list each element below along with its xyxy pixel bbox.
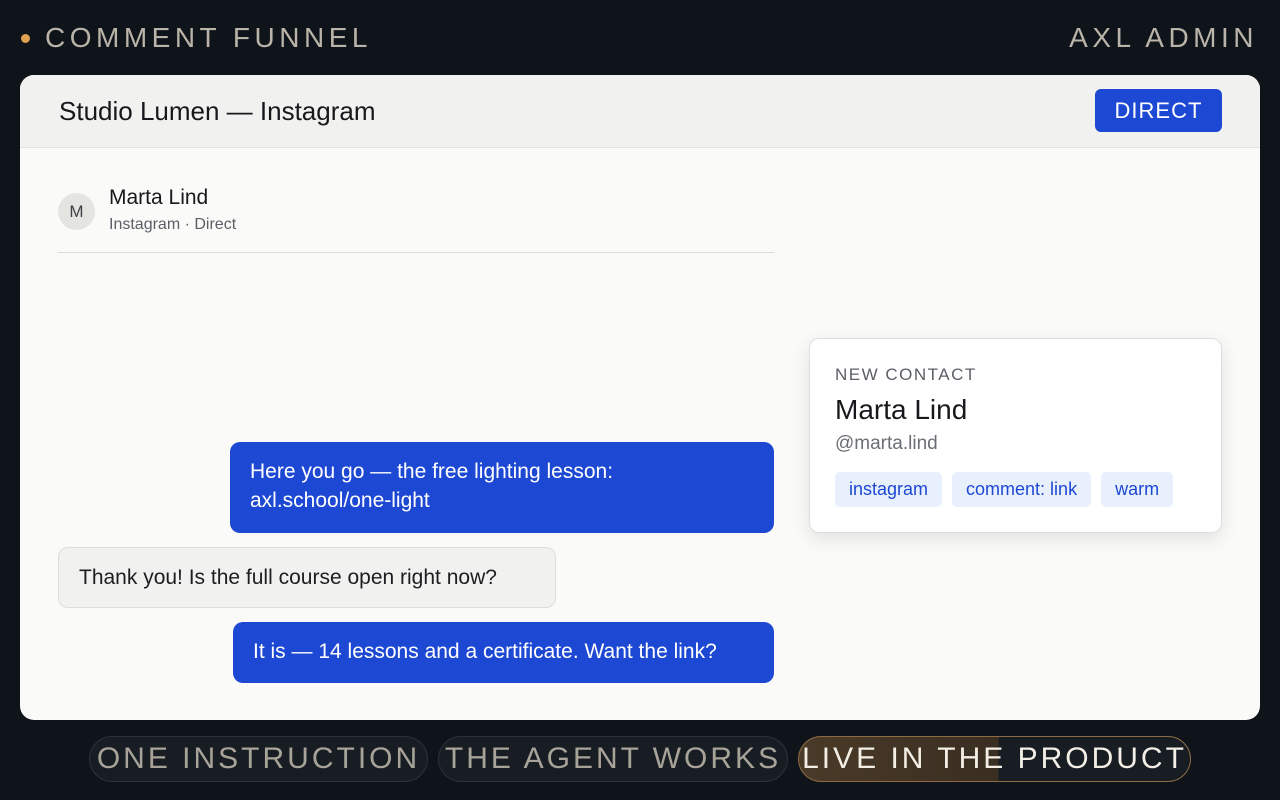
panel-title: Studio Lumen — Instagram xyxy=(59,96,376,126)
message-outgoing: It is — 14 lessons and a certificate. Wa… xyxy=(233,622,774,683)
panel-header: Studio Lumen — Instagram DIRECT xyxy=(20,75,1260,148)
contact-name: Marta Lind xyxy=(109,186,209,209)
new-contact-card: NEW CONTACT Marta Lind @marta.lind insta… xyxy=(809,338,1222,533)
top-bar: COMMENT FUNNEL AXL ADMIN xyxy=(0,0,1280,75)
tag-list: instagram comment: link warm xyxy=(835,472,1174,507)
contact-header: M Marta Lind Instagram · Direct xyxy=(58,185,774,253)
message-text: Thank you! Is the full course open right… xyxy=(79,566,497,589)
card-label: NEW CONTACT xyxy=(835,365,977,384)
message-link[interactable]: axl.school/one-light xyxy=(250,486,754,515)
card-handle: @marta.lind xyxy=(835,433,938,454)
contact-channel: Instagram · Direct xyxy=(109,216,237,233)
message-text: It is — 14 lessons and a certificate. Wa… xyxy=(253,640,717,663)
message-incoming: Thank you! Is the full course open right… xyxy=(58,547,556,608)
admin-label[interactable]: AXL ADMIN xyxy=(1069,22,1258,54)
tag-comment-link[interactable]: comment: link xyxy=(952,472,1092,507)
status-dot-icon xyxy=(21,34,30,43)
direct-button[interactable]: DIRECT xyxy=(1095,89,1222,132)
tag-instagram[interactable]: instagram xyxy=(835,472,943,507)
avatar: M xyxy=(58,193,95,230)
step-one-instruction[interactable]: ONE INSTRUCTION xyxy=(89,736,428,782)
step-live-in-product[interactable]: LIVE IN THE PRODUCT xyxy=(798,736,1191,782)
step-indicator: ONE INSTRUCTION THE AGENT WORKS LIVE IN … xyxy=(0,736,1280,783)
conversation-panel: Studio Lumen — Instagram DIRECT M Marta … xyxy=(20,75,1260,720)
message-text: Here you go — the free lighting lesson: xyxy=(250,460,614,483)
message-outgoing: Here you go — the free lighting lesson: … xyxy=(230,442,774,533)
app-title: COMMENT FUNNEL xyxy=(45,22,372,53)
card-contact-name: Marta Lind xyxy=(835,394,968,425)
tag-warm[interactable]: warm xyxy=(1101,472,1174,507)
step-agent-works[interactable]: THE AGENT WORKS xyxy=(438,736,788,782)
